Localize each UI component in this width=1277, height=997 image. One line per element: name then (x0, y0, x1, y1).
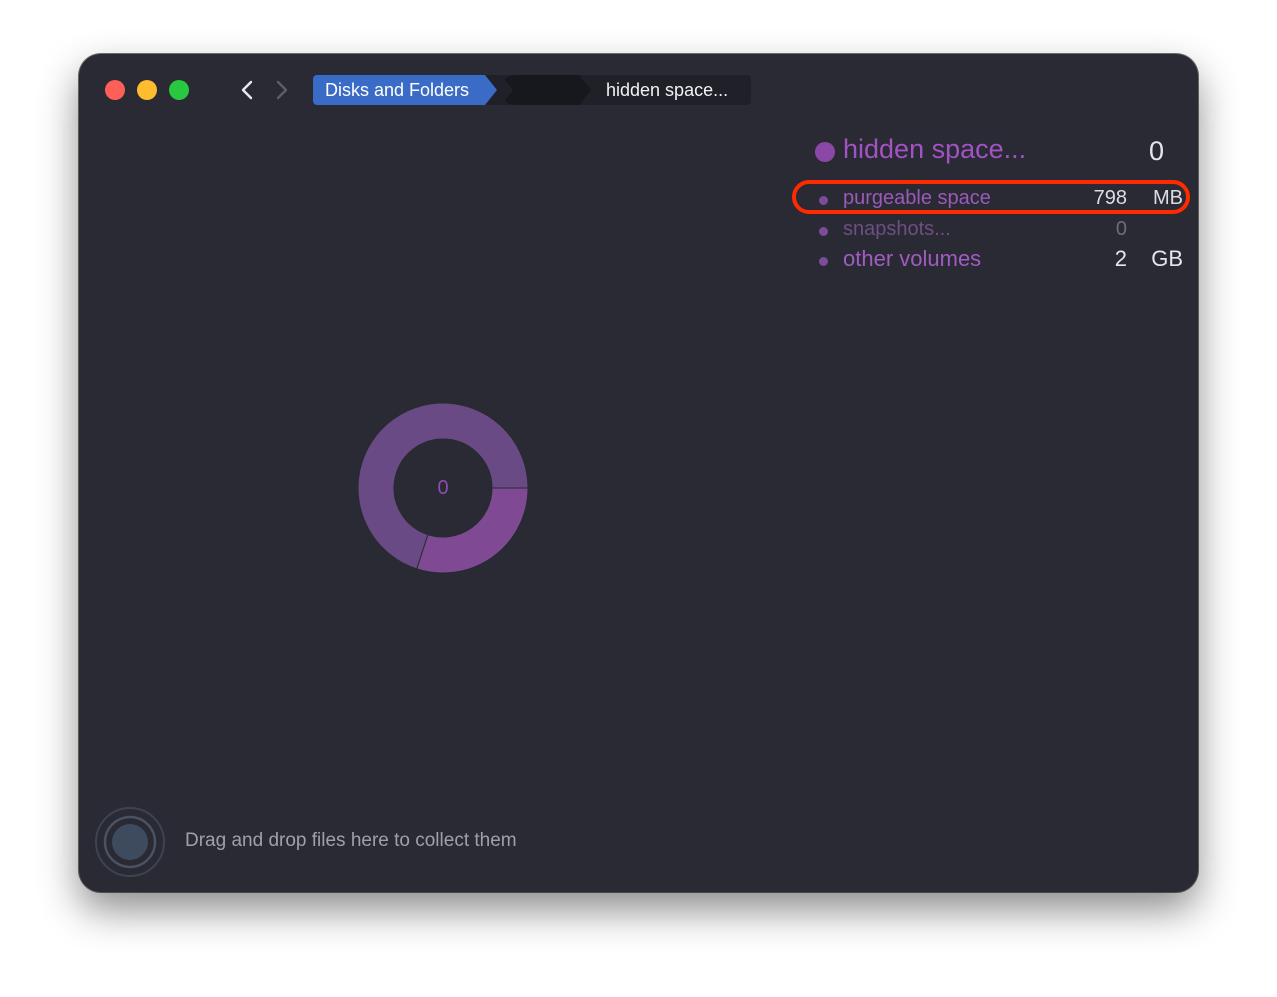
legend-item-other-volumes[interactable]: other volumes 2 GB (815, 246, 1185, 274)
legend-item-value: 0 (1115, 218, 1127, 240)
breadcrumb-disks-and-folders[interactable]: Disks and Folders (313, 75, 497, 105)
highlight-annotation (792, 180, 1190, 214)
legend-title[interactable]: hidden space... (843, 134, 1026, 165)
breadcrumb-hidden-space[interactable]: hidden space... (606, 75, 746, 105)
back-button[interactable] (236, 78, 260, 102)
legend-item-unit: GB (1151, 246, 1183, 271)
chevron-left-icon (241, 80, 253, 100)
legend-item-label: snapshots... (843, 218, 951, 240)
legend-title-dot (815, 142, 835, 162)
chevron-right-icon (276, 80, 288, 100)
breadcrumb-redacted[interactable] (501, 75, 591, 105)
legend-dot (819, 257, 828, 266)
minimize-window-button[interactable] (137, 80, 157, 100)
close-window-button[interactable] (105, 80, 125, 100)
legend-title-value: 0 (1148, 136, 1164, 166)
breadcrumb: Disks and Folders hidden space... (313, 75, 751, 105)
drop-hint: Drag and drop files here to collect them (185, 830, 517, 851)
forward-button[interactable] (269, 78, 293, 102)
legend-item-snapshots[interactable]: snapshots... 0 (815, 216, 1185, 244)
legend-item-value: 2 (1114, 246, 1127, 271)
donut-center-label: 0 (437, 476, 449, 499)
legend-dot (819, 227, 828, 236)
collector-icon[interactable] (94, 806, 166, 878)
zoom-window-button[interactable] (169, 80, 189, 100)
app-window: Disks and Folders hidden space... hidden… (79, 54, 1198, 892)
legend-item-label: other volumes (843, 246, 982, 271)
